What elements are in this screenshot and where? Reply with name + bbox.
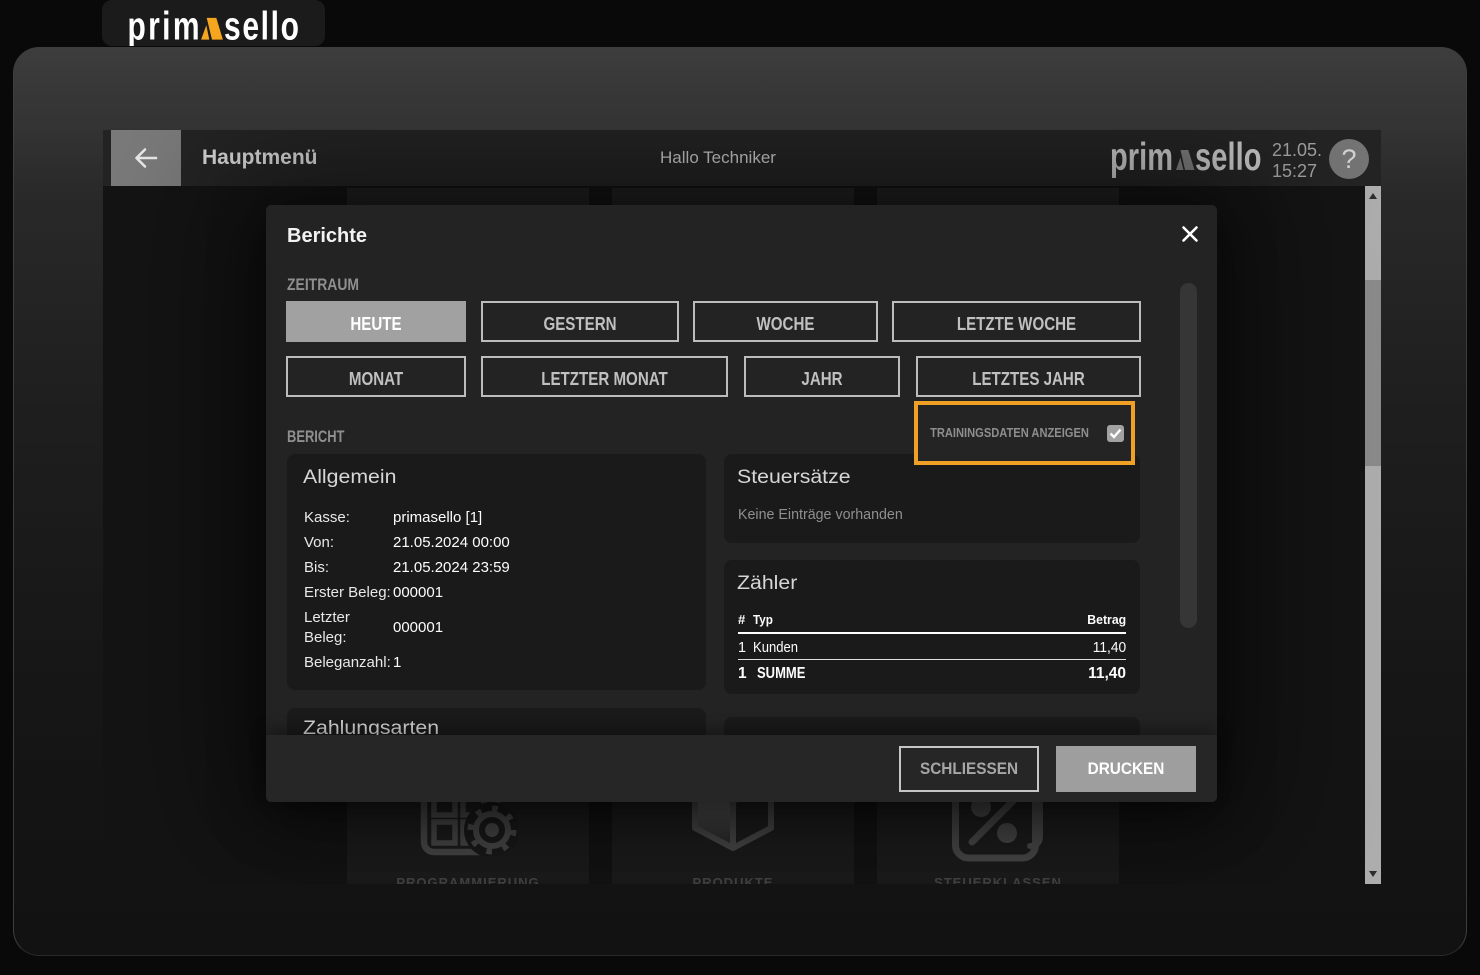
svg-text:prim: prim xyxy=(128,5,200,46)
svg-text:sello: sello xyxy=(224,5,299,46)
svg-text:prim: prim xyxy=(1110,136,1173,179)
svg-text:sello: sello xyxy=(1195,136,1262,179)
